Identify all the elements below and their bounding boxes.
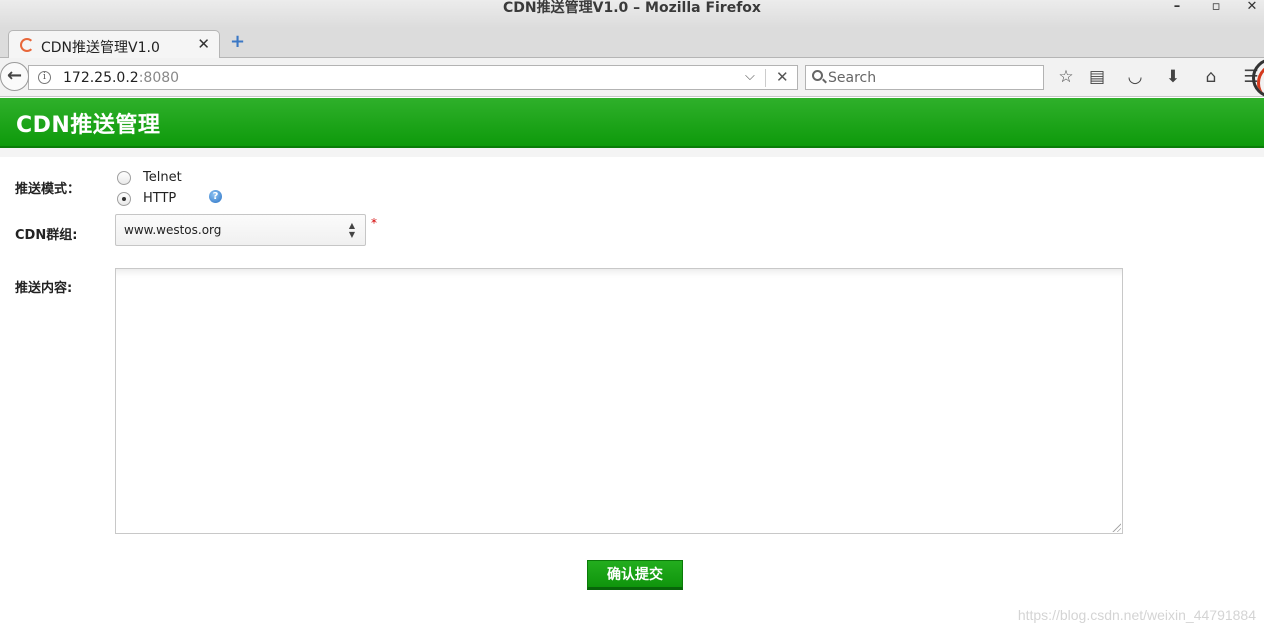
- telnet-radio-label[interactable]: Telnet: [143, 170, 182, 185]
- back-button[interactable]: ←: [0, 62, 29, 91]
- url-history-dropdown-icon[interactable]: ⌵: [745, 69, 755, 84]
- tab-strip: CDN推送管理V1.0 ✕: [0, 28, 1264, 59]
- push-content-textarea[interactable]: [115, 268, 1123, 534]
- search-bar[interactable]: [805, 65, 1044, 90]
- search-input[interactable]: [828, 68, 1038, 87]
- stop-loading-icon[interactable]: ✕: [776, 68, 789, 86]
- required-asterisk: *: [371, 216, 377, 230]
- minimize-button[interactable]: –: [1167, 0, 1187, 17]
- reading-list-icon[interactable]: ▤: [1086, 66, 1108, 88]
- watermark-text: https://blog.csdn.net/weixin_44791884: [1017, 607, 1256, 623]
- cdn-group-select[interactable]: www.westos.org ▲ ▼: [115, 214, 366, 246]
- close-window-button[interactable]: ✕: [1242, 0, 1262, 17]
- url-port: :8080: [138, 70, 180, 86]
- http-radio[interactable]: [117, 192, 131, 206]
- maximize-button[interactable]: ▫: [1206, 0, 1226, 17]
- home-icon[interactable]: ⌂: [1200, 66, 1222, 88]
- pocket-icon[interactable]: ◡: [1124, 66, 1146, 88]
- cdn-group-label: CDN群组:: [15, 228, 78, 243]
- url-host: 172.25.0.2: [63, 70, 139, 86]
- window-title: CDN推送管理V1.0 – Mozilla Firefox: [503, 0, 761, 16]
- url-text[interactable]: 172.25.0.2:8080: [63, 70, 179, 86]
- help-icon[interactable]: ?: [209, 190, 222, 203]
- telnet-radio[interactable]: [117, 171, 131, 185]
- push-mode-label: 推送模式：: [15, 182, 81, 197]
- select-arrows-icon: ▲ ▼: [348, 221, 355, 239]
- http-radio-label[interactable]: HTTP?: [143, 190, 222, 206]
- url-bar[interactable]: i 172.25.0.2:8080 ⌵ ✕: [28, 65, 798, 90]
- window-title-bar: CDN推送管理V1.0 – Mozilla Firefox – ▫ ✕: [0, 0, 1264, 28]
- submit-button[interactable]: 确认提交: [587, 560, 683, 590]
- page-header: CDN推送管理: [0, 98, 1264, 148]
- tab-close-icon[interactable]: ✕: [197, 35, 210, 53]
- browser-tab[interactable]: CDN推送管理V1.0 ✕: [8, 30, 220, 59]
- url-divider: [765, 69, 766, 87]
- loading-spinner-icon: [20, 38, 34, 52]
- push-content-label: 推送内容:: [15, 281, 73, 296]
- download-icon[interactable]: ⬇: [1162, 66, 1184, 88]
- page-title: CDN推送管理: [16, 113, 161, 138]
- search-icon: [812, 70, 823, 81]
- header-divider: [0, 148, 1264, 157]
- new-tab-button[interactable]: +: [230, 32, 245, 52]
- cdn-group-selected-value: www.westos.org: [124, 223, 222, 237]
- http-label-text: HTTP: [143, 191, 177, 206]
- navigation-bar: i 172.25.0.2:8080 ⌵ ✕ ← ☆ ▤ ◡ ⬇ ⌂ ☰: [0, 58, 1264, 97]
- site-info-icon[interactable]: i: [38, 71, 51, 84]
- bookmark-star-icon[interactable]: ☆: [1055, 66, 1077, 88]
- tab-title: CDN推送管理V1.0: [41, 40, 160, 56]
